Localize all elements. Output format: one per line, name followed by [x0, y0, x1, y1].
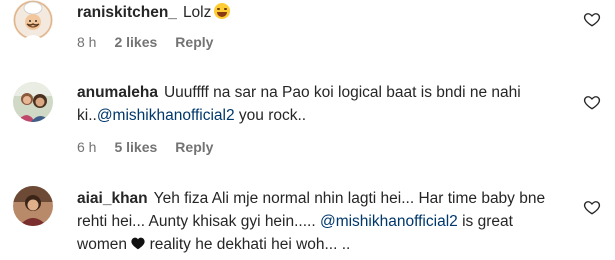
avatar[interactable]	[13, 0, 53, 40]
like-heart-icon[interactable]	[583, 93, 601, 111]
black-heart-emoji-icon	[131, 237, 145, 250]
comment-item: anumaleha Uuuffff na sar na Pao koi logic…	[0, 77, 615, 162]
like-heart-icon[interactable]	[583, 198, 601, 216]
comment-body-end: reality he dekhati hei woh... ..	[145, 236, 351, 253]
like-heart-icon[interactable]	[583, 10, 601, 28]
comment-username[interactable]: anumaleha	[77, 84, 158, 101]
photo-avatar-icon	[13, 82, 53, 122]
mention-link[interactable]: @mishikhanofficial2	[320, 213, 458, 230]
reply-button[interactable]: Reply	[175, 139, 213, 155]
comment-username[interactable]: aiai_khan	[77, 190, 148, 207]
reply-button[interactable]: Reply	[175, 34, 213, 50]
comment-meta: 8 h 2 likes Reply	[77, 34, 213, 50]
mention-link[interactable]: @mishikhanofficial2	[97, 107, 235, 124]
chef-avatar-icon	[13, 0, 53, 40]
likes-count[interactable]: 5 likes	[114, 139, 157, 155]
laughing-emoji-icon	[214, 3, 231, 19]
photo-avatar-icon	[13, 186, 53, 226]
comment-text: raniskitchen_ Lolz	[77, 1, 555, 24]
comment-body: Lolz	[182, 4, 212, 21]
avatar[interactable]	[13, 186, 53, 226]
comment-username[interactable]: raniskitchen_	[77, 4, 177, 21]
comment-time: 8 h	[77, 34, 97, 50]
avatar[interactable]	[13, 82, 53, 122]
comment-text: aiai_khan Yeh fiza Ali mje normal nhin la…	[77, 187, 555, 256]
likes-count[interactable]: 2 likes	[114, 34, 157, 50]
comment-text: anumaleha Uuuffff na sar na Pao koi logic…	[77, 81, 555, 127]
comment-time: 6 h	[77, 139, 97, 155]
comment-item: raniskitchen_ Lolz 8 h 2 likes Reply	[0, 0, 615, 60]
comment-item: aiai_khan Yeh fiza Ali mje normal nhin la…	[0, 183, 615, 260]
comment-meta: 6 h 5 likes Reply	[77, 139, 213, 155]
comment-body-end: you rock..	[234, 107, 307, 124]
